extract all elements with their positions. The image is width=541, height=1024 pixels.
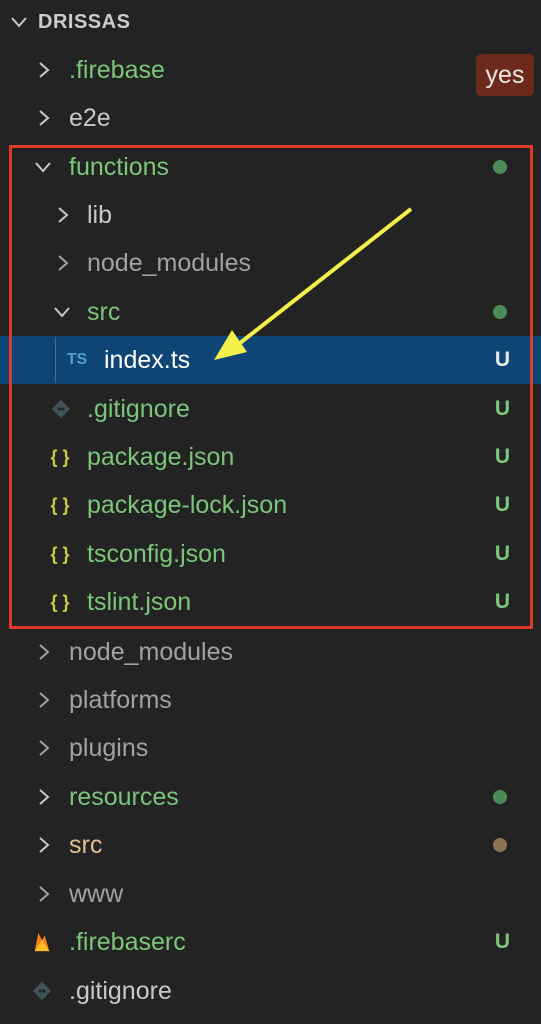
tree-item-tsconfig-json-file[interactable]: { } tsconfig.json U [0,530,541,578]
tree-item-package-lock-json-file[interactable]: { } package-lock.json U [0,481,541,529]
untracked-status-badge: U [494,590,510,613]
typescript-file-icon: TS [66,351,88,368]
chevron-right-icon [51,204,73,226]
chevron-right-icon [32,107,54,129]
chevron-down-icon [51,301,73,323]
modified-dot-indicator [493,305,507,319]
json-file-icon: { } [50,494,70,515]
tree-item-src-folder[interactable]: src [0,288,541,336]
tree-item-tslint-json-file[interactable]: { } tslint.json U [0,578,541,626]
chevron-right-icon [32,641,54,663]
tree-item-label: .gitignore [69,977,172,1005]
tree-item-gitignore-file[interactable]: .gitignore [0,967,541,1015]
tree-item-label: platforms [69,686,172,714]
chevron-right-icon [32,59,54,81]
tree-item-label: .gitignore [87,395,190,423]
tree-item-label: node_modules [87,249,252,277]
tree-item-label: src [87,298,121,326]
tree-item-label: node_modules [69,638,234,666]
tree-item-e2e-folder[interactable]: e2e [0,94,541,142]
modified-dot-indicator [493,160,507,174]
chevron-down-icon [8,11,30,33]
chevron-right-icon [51,252,73,274]
tree-item-firebaserc-file[interactable]: .firebaserc U [0,918,541,966]
tree-item-plugins-folder[interactable]: plugins [0,724,541,772]
file-explorer: DRISSAS .firebase yes e2e functions lib [0,0,541,1024]
explorer-title: DRISSAS [38,11,131,33]
tree-item-functions-folder[interactable]: functions [0,143,541,191]
tree-item-package-json-file[interactable]: { } package.json U [0,433,541,481]
chevron-right-icon [32,689,54,711]
explorer-section-header[interactable]: DRISSAS [0,0,541,44]
tree-item-node-modules-folder[interactable]: node_modules [0,628,541,676]
tree-item-label: tslint.json [87,588,192,616]
chevron-right-icon [32,786,54,808]
tree-item-label: resources [69,783,179,811]
tree-item-label: plugins [69,734,149,762]
tree-item-www-folder[interactable]: www [0,870,541,918]
indent-guide [55,337,56,383]
modified-dot-indicator [493,838,507,852]
git-file-icon [47,397,75,421]
tree-item-label: package-lock.json [87,491,288,519]
modified-dot-indicator [493,790,507,804]
git-file-icon [28,979,56,1003]
json-file-icon: { } [50,591,70,612]
tree-item-firebase-folder[interactable]: .firebase [0,46,541,94]
yes-badge: yes [476,54,534,96]
tree-item-label: www [69,880,124,908]
untracked-status-badge: U [494,348,510,371]
untracked-status-badge: U [494,930,510,953]
tree-item-src-folder[interactable]: src [0,821,541,869]
tree-item-label: src [69,831,103,859]
tree-item-node-modules-folder[interactable]: node_modules [0,239,541,287]
tree-item-label: index.ts [104,346,191,374]
chevron-right-icon [32,834,54,856]
tree-item-label: functions [69,153,170,181]
tree-item-label: tsconfig.json [87,540,226,568]
tree-item-resources-folder[interactable]: resources [0,773,541,821]
untracked-status-badge: U [494,493,510,516]
tree-item-gitignore-file[interactable]: .gitignore U [0,385,541,433]
chevron-down-icon [32,156,54,178]
untracked-status-badge: U [494,542,510,565]
tree-item-label: .firebaserc [69,928,186,956]
chevron-right-icon [32,737,54,759]
tree-item-platforms-folder[interactable]: platforms [0,676,541,724]
tree-item-lib-folder[interactable]: lib [0,191,541,239]
json-file-icon: { } [50,446,70,467]
firebase-flame-icon [28,930,56,954]
tree-item-label: .firebase [69,56,165,84]
tree-item-label: package.json [87,443,235,471]
chevron-right-icon [32,883,54,905]
json-file-icon: { } [50,543,70,564]
tree-item-label: e2e [69,104,111,132]
untracked-status-badge: U [494,445,510,468]
untracked-status-badge: U [494,397,510,420]
tree-item-label: lib [87,201,113,229]
tree-item-index-ts-file[interactable]: TS index.ts U [0,336,541,384]
